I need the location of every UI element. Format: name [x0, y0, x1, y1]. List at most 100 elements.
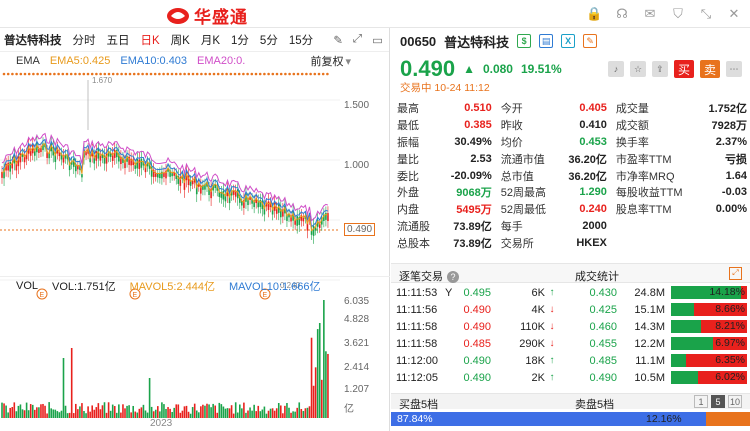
candle-body	[296, 216, 298, 226]
shirt-icon[interactable]: ⛉	[670, 6, 686, 22]
more-icon[interactable]: ⋯	[726, 61, 742, 77]
bell-icon[interactable]: ♪	[608, 61, 624, 77]
event-dot	[107, 72, 111, 76]
volume-bar	[23, 410, 26, 418]
volume-stats-list: 0.430 24.8M 14.18% 0.425 15.1M 8.66% 0.460 14.3…	[575, 284, 750, 386]
tick-time: 11:12:05	[396, 371, 439, 384]
tab-timeshare[interactable]: 分时	[73, 32, 96, 48]
volume-bar	[282, 413, 284, 418]
event-dot	[275, 72, 279, 76]
tab-monthly-k[interactable]: 月K	[201, 32, 220, 48]
shrink-icon[interactable]: ⤡	[698, 6, 714, 22]
share-icon[interactable]: ⇪	[652, 61, 668, 77]
ema10-line	[1, 138, 329, 228]
high-marker: 1.670	[92, 76, 113, 85]
buy-button[interactable]: 买	[674, 60, 694, 78]
stat-value: 2.53	[470, 152, 492, 165]
stat-value	[698, 234, 750, 251]
close-icon[interactable]: ✕	[726, 6, 742, 22]
tab-weekly-k[interactable]: 周K	[171, 32, 190, 48]
event-dot	[162, 72, 165, 76]
depth-10-button[interactable]: 10	[728, 395, 742, 408]
volume-bar	[54, 409, 57, 418]
candlestick-chart[interactable]: 1.6700.240E E E	[0, 70, 340, 310]
volume-bar	[5, 405, 7, 418]
volume-bar	[193, 403, 196, 418]
volume-bar	[165, 408, 167, 418]
lock-icon[interactable]: 🔒	[586, 6, 602, 22]
tab-15min[interactable]: 15分	[289, 32, 313, 48]
volume-bar	[87, 406, 89, 418]
volume-bar	[56, 411, 59, 418]
event-dot	[284, 72, 287, 76]
tick-row: 11:12:05 0.490 2K ↑	[391, 369, 571, 386]
stat-bar: 8.66%	[671, 303, 747, 316]
event-dot	[208, 72, 212, 76]
event-dot	[212, 72, 216, 76]
volume-bar	[75, 403, 77, 418]
volume-bar	[34, 409, 36, 418]
mail-icon[interactable]: ✉	[642, 6, 658, 22]
volume-bar	[77, 409, 79, 418]
expand-icon[interactable]: ⤢	[353, 33, 362, 47]
volume-bar	[245, 412, 247, 418]
stat-value: 0.410	[579, 119, 607, 132]
event-dot	[254, 72, 258, 76]
tab-daily-k[interactable]: 日K	[141, 32, 160, 48]
stat-label: 流通市值	[500, 153, 545, 166]
more-icon[interactable]: ▭	[372, 33, 383, 47]
stat-value	[698, 218, 750, 235]
volume-bar	[138, 408, 141, 418]
depth-5-button[interactable]: 5	[711, 395, 725, 408]
event-dot	[145, 72, 149, 76]
volume-bar	[306, 407, 309, 418]
volume-bar	[234, 402, 237, 418]
event-dot	[36, 72, 39, 76]
tab-5day[interactable]: 五日	[107, 32, 130, 48]
volume-bar	[210, 407, 212, 418]
tab-5min[interactable]: 5分	[260, 32, 278, 48]
vol-tick: 6.035	[344, 296, 370, 307]
event-dot	[321, 72, 325, 76]
volume-bar	[318, 323, 321, 418]
volume-bar	[251, 410, 253, 418]
ema20-value: EMA20:0.	[197, 55, 246, 67]
volume-bar	[17, 405, 20, 418]
volume-bar	[195, 410, 198, 418]
stat-pct: 6.02%	[715, 371, 745, 383]
expand-icon[interactable]: ⤢	[729, 267, 742, 280]
tab-1min[interactable]: 1分	[231, 32, 249, 48]
note-icon[interactable]: ✎	[583, 34, 598, 48]
adjust-select[interactable]: 前复权	[310, 53, 351, 69]
event-dot	[48, 72, 52, 76]
volume-bar	[239, 404, 241, 418]
sell-button[interactable]: 卖	[700, 60, 720, 78]
volume-bar	[103, 402, 106, 418]
dollar-icon[interactable]: $	[517, 34, 532, 48]
headset-icon[interactable]: ☊	[614, 6, 630, 22]
event-dot	[128, 72, 132, 76]
event-dot	[313, 72, 317, 76]
volume-bar	[66, 413, 69, 418]
event-dot	[288, 72, 291, 76]
volume-bar	[134, 411, 137, 418]
depth-1-button[interactable]: 1	[694, 395, 708, 408]
stat-volume: 12.2M	[634, 337, 665, 350]
volume-bar	[243, 402, 245, 418]
volume-bar	[3, 403, 5, 418]
chart-icon[interactable]: ▤	[539, 34, 554, 48]
stat-price: 0.460	[589, 320, 617, 333]
event-dot	[19, 72, 23, 76]
star-icon[interactable]: ☆	[630, 61, 646, 77]
volume-bar	[109, 410, 112, 418]
last-price: 0.490	[400, 56, 456, 81]
volume-bar	[189, 413, 192, 418]
volume-bar	[68, 412, 71, 418]
stat-label: 内盘	[397, 204, 419, 217]
help-icon[interactable]: ?	[447, 271, 459, 283]
excel-icon[interactable]: X	[561, 34, 576, 48]
volume-bar	[50, 408, 52, 418]
volume-chart[interactable]	[0, 296, 340, 418]
change-arrow-icon: ▲	[463, 62, 475, 76]
draw-icon[interactable]: ✎	[333, 33, 343, 47]
